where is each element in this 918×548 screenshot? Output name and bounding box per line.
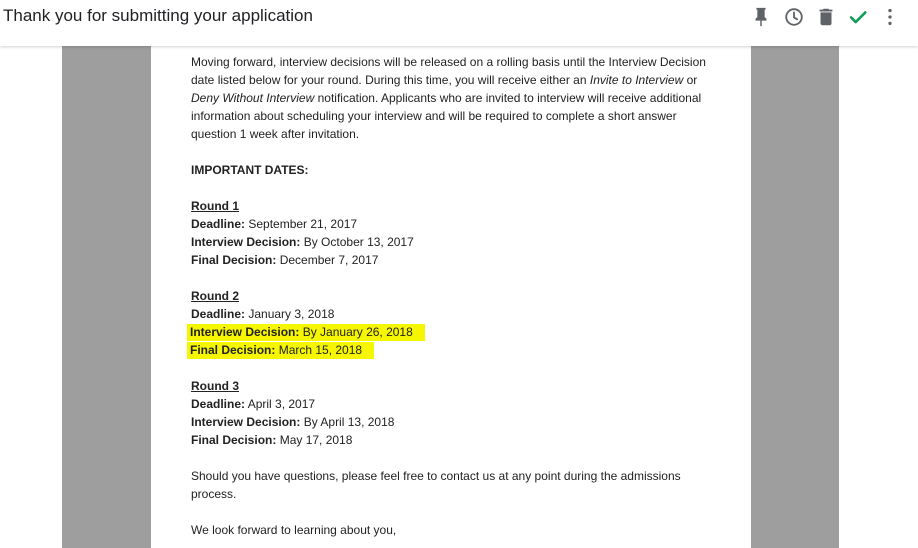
important-dates-heading: IMPORTANT DATES: [191,163,309,177]
top-bar: Thank you for submitting your applicatio… [0,0,918,46]
right-gutter [751,46,839,548]
final-decision-line: Final Decision: May 17, 2018 [191,433,353,447]
deadline-line: Deadline: April 3, 2017 [191,397,316,411]
clock-icon[interactable] [783,6,805,28]
round-heading: Round 1 [191,199,239,213]
highlight-mark: Final Decision: March 15, 2018 [187,342,375,359]
page-title: Thank you for submitting your applicatio… [3,6,313,25]
intro-line: information about scheduling your interv… [191,109,677,123]
final-decision-line: Final Decision: December 7, 2017 [191,253,379,267]
document-page: Moving forward, interview decisions will… [151,46,751,548]
left-gutter [62,46,151,548]
intro-line: Moving forward, interview decisions will… [191,55,706,69]
closing-line: We look forward to learning about you, [191,523,397,537]
check-icon[interactable] [847,6,869,28]
final-decision-line-highlighted: Final Decision: March 15, 2018 [187,341,721,359]
round-heading: Round 2 [191,289,239,303]
interview-decision-line: Interview Decision: By October 13, 2017 [191,235,414,249]
document-viewer[interactable]: Moving forward, interview decisions will… [0,46,918,548]
round-heading: Round 3 [191,379,239,393]
pin-icon[interactable] [750,6,772,28]
interview-decision-line-highlighted: Interview Decision: By January 26, 2018 [187,323,721,341]
deadline-line: Deadline: September 21, 2017 [191,217,358,231]
questions-line: Should you have questions, please feel f… [191,469,681,483]
email-body: Moving forward, interview decisions will… [187,53,721,539]
trash-icon[interactable] [815,6,837,28]
questions-line: process. [191,487,237,501]
deadline-line: Deadline: January 3, 2018 [191,307,335,321]
intro-line: question 1 week after invitation. [191,127,360,141]
intro-line: date listed below for your round. During… [191,73,698,87]
intro-line: Deny Without Interview notification. App… [191,91,702,105]
interview-decision-line: Interview Decision: By April 13, 2018 [191,415,395,429]
more-vert-icon[interactable] [879,6,901,28]
highlight-mark: Interview Decision: By January 26, 2018 [187,324,425,341]
